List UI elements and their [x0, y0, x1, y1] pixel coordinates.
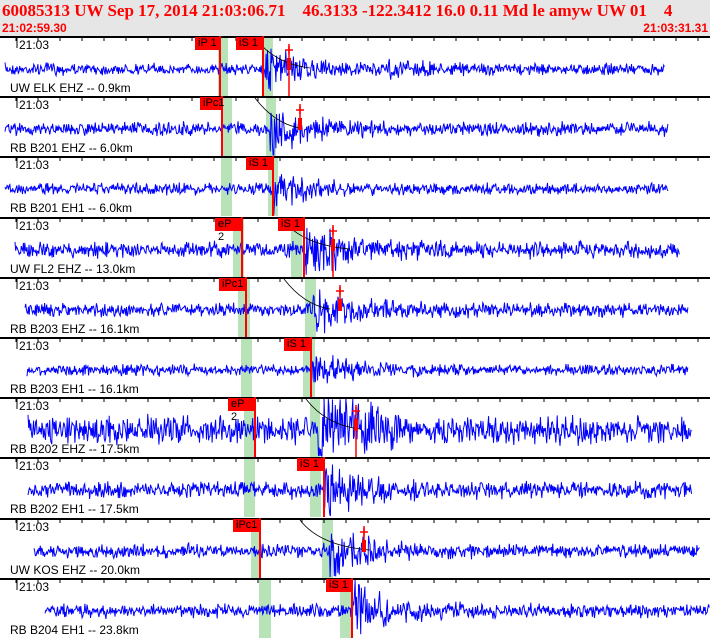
pick-flag[interactable]: iS 1: [246, 157, 273, 171]
pick-flag[interactable]: iS 1: [326, 578, 352, 592]
station-label: RB B203 EH1 -- 16.1km: [10, 382, 139, 396]
amplitude-marker: [362, 539, 366, 552]
trace-row[interactable]: 21:03 RB B202 EH1 -- 17.5km iS 1: [0, 457, 710, 518]
row-time-label: 21:03: [19, 579, 50, 594]
row-time-label: 21:03: [19, 339, 50, 353]
pick-flag[interactable]: eP 2: [228, 398, 255, 423]
window-end-time: 21:03:31.31: [643, 21, 708, 35]
trace-row[interactable]: 21:03 UW FL2 EHZ -- 13.0km eP 2 iS 1: [0, 216, 710, 277]
trace-row[interactable]: 21:03 RB B204 EH1 -- 23.8km iS 1: [0, 577, 710, 638]
station-label: UW ELK EHZ -- 0.9km: [10, 81, 131, 95]
station-label: UW KOS EHZ -- 20.0km: [10, 562, 141, 577]
pick-flag[interactable]: iPc1: [219, 277, 246, 291]
station-label: RB B201 EH1 -- 6.0km: [10, 201, 133, 216]
pick-flag[interactable]: iPc1: [200, 97, 224, 111]
trace-row[interactable]: 21:03 RB B203 EHZ -- 16.1km iPc1: [0, 276, 710, 337]
pick-flag[interactable]: iS 1: [297, 458, 324, 472]
pick-flag[interactable]: iS 1: [284, 338, 311, 351]
waveform-trace: [44, 579, 710, 635]
amplitude-marker: [298, 118, 302, 131]
station-label: RB B202 EH1 -- 17.5km: [10, 502, 139, 517]
station-label: UW FL2 EHZ -- 13.0km: [10, 261, 136, 276]
row-time-label: 21:03: [19, 519, 50, 534]
coda-curve: [254, 97, 301, 129]
pick-flag[interactable]: iS 1: [236, 37, 263, 50]
window-start-time: 21:02:59.30: [2, 21, 67, 35]
trace-row[interactable]: 21:03 UW KOS EHZ -- 20.0km iPc1: [0, 517, 710, 578]
row-time-label: 21:03: [19, 98, 50, 113]
trace-row[interactable]: 21:03 UW ELK EHZ -- 0.9km iP 1 iS 1: [0, 36, 710, 96]
event-title: 60085313 UW Sep 17, 2014 21:03:06.71 46.…: [2, 1, 673, 20]
amplitude-marker: [338, 298, 342, 311]
station-label: RB B203 EHZ -- 16.1km: [10, 321, 140, 336]
trace-row[interactable]: 21:03 RB B202 EHZ -- 17.5km eP 2: [0, 397, 710, 458]
trace-row[interactable]: 21:03 RB B203 EH1 -- 16.1km iS 1: [0, 337, 710, 397]
amplitude-marker: [287, 58, 291, 70]
amplitude-marker: [354, 419, 358, 432]
amplitude-cross-icon: [336, 286, 344, 295]
pick-flag[interactable]: iP 1: [195, 37, 220, 50]
row-time-label: 21:03: [19, 38, 50, 52]
row-time-label: 21:03: [19, 399, 50, 414]
trace-row[interactable]: 21:03 RB B201 EHZ -- 6.0km iPc1: [0, 96, 710, 157]
coda-curve: [299, 519, 371, 550]
amplitude-cross-icon: [296, 106, 304, 115]
station-label: RB B202 EHZ -- 17.5km: [10, 442, 140, 457]
amplitude-marker: [331, 238, 335, 251]
amplitude-cross-icon: [360, 527, 368, 536]
pick-flag[interactable]: eP 2: [215, 217, 242, 243]
pick-flag[interactable]: iS 1: [278, 217, 304, 231]
seismogram-panel[interactable]: 21:03 UW ELK EHZ -- 0.9km iP 1 iS 1 21:03 RB …: [0, 36, 710, 638]
pick-window: [259, 577, 271, 638]
trace-row[interactable]: 21:03 RB B201 EH1 -- 6.0km iS 1: [0, 156, 710, 217]
event-header: 60085313 UW Sep 17, 2014 21:03:06.71 46.…: [0, 0, 710, 36]
row-time-label: 21:03: [19, 459, 50, 474]
row-time-label: 21:03: [19, 158, 50, 173]
station-label: RB B201 EHZ -- 6.0km: [10, 141, 133, 156]
station-label: RB B204 EH1 -- 23.8km: [10, 622, 139, 637]
pick-flag[interactable]: iPc1: [233, 518, 260, 532]
row-time-label: 21:03: [19, 218, 50, 233]
row-time-label: 21:03: [19, 278, 50, 293]
